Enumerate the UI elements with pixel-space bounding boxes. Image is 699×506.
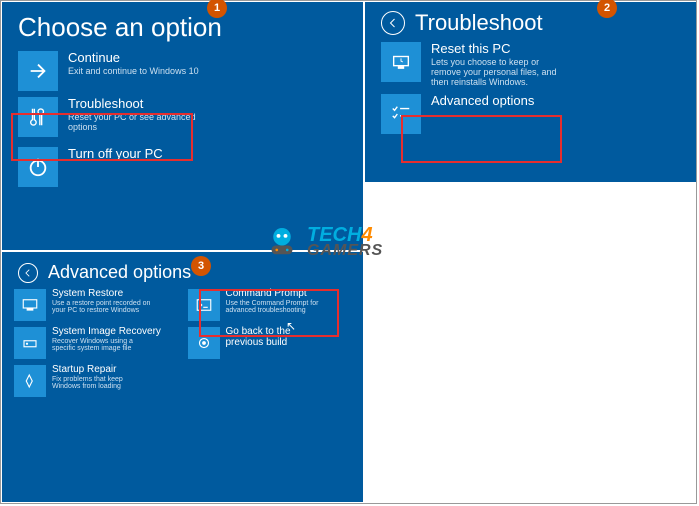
startup-title: Startup Repair	[52, 365, 152, 376]
image-title: System Image Recovery	[52, 327, 161, 338]
reset-title: Reset this PC	[431, 42, 571, 56]
watermark-logo: TECH4 GAMERS	[261, 221, 383, 263]
continue-title: Continue	[68, 51, 199, 65]
disk-icon	[14, 327, 46, 359]
reset-icon	[381, 42, 421, 82]
panel2-header: Troubleshoot	[365, 2, 696, 42]
panel2-title: Troubleshoot	[415, 10, 543, 36]
option-reset-pc[interactable]: Reset this PC Lets you choose to keep or…	[365, 42, 696, 88]
arrow-right-icon	[18, 51, 58, 91]
highlight-cmd	[199, 289, 339, 337]
reset-desc: Lets you choose to keep or remove your p…	[431, 58, 571, 88]
option-startup-repair[interactable]: Startup Repair Fix problems that keep Wi…	[14, 365, 178, 397]
monitor-restore-icon	[14, 289, 46, 321]
wrench-icon	[14, 365, 46, 397]
restore-title: System Restore	[52, 289, 152, 300]
step-badge-3: 3	[191, 256, 211, 276]
startup-desc: Fix problems that keep Windows from load…	[52, 376, 152, 391]
advanced-title: Advanced options	[431, 94, 534, 108]
troubleshoot-title: Troubleshoot	[68, 97, 208, 111]
restore-desc: Use a restore point recorded on your PC …	[52, 300, 152, 315]
option-continue[interactable]: Continue Exit and continue to Windows 10	[2, 51, 363, 91]
image-desc: Recover Windows using a specific system …	[52, 338, 152, 353]
logo-gamers: GAMERS	[307, 244, 383, 258]
back-icon[interactable]	[381, 11, 405, 35]
option-image-recovery[interactable]: System Image Recovery Recover Windows us…	[14, 327, 178, 359]
option-system-restore[interactable]: System Restore Use a restore point recor…	[14, 289, 178, 321]
skull-controller-icon	[261, 221, 303, 263]
cursor-icon: ↖	[286, 319, 296, 333]
continue-desc: Exit and continue to Windows 10	[68, 67, 199, 77]
panel1-title: Choose an option	[2, 2, 363, 51]
highlight-troubleshoot	[11, 113, 193, 161]
panel3-title: Advanced options	[48, 262, 191, 283]
highlight-advanced	[401, 115, 562, 163]
back-icon[interactable]	[18, 263, 38, 283]
